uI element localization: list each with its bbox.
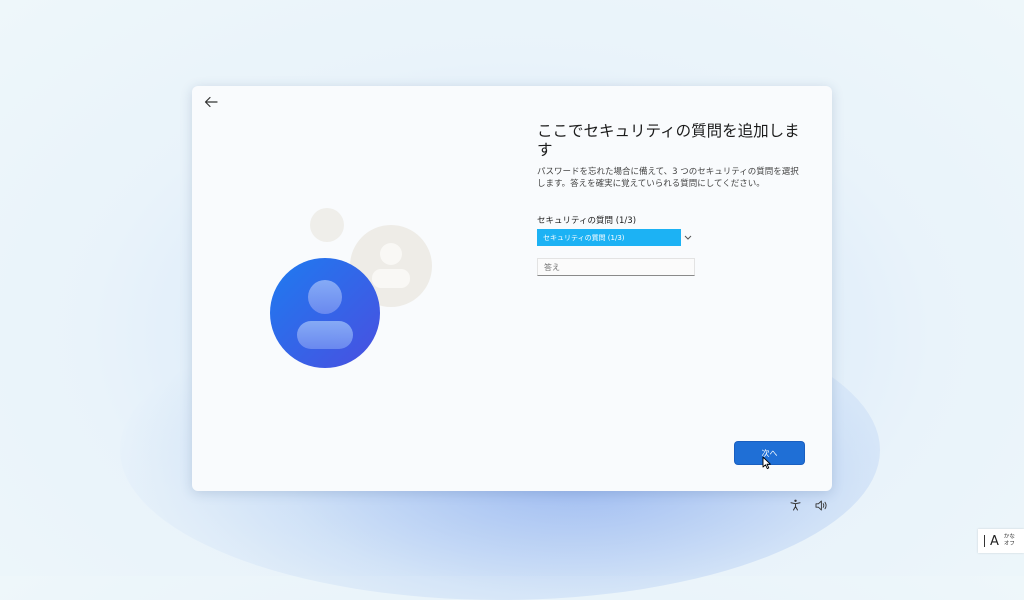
page-description: パスワードを忘れた場合に備えて、3 つのセキュリティの質問を選択します。答えを確…: [537, 167, 799, 189]
security-question-label: セキュリティの質問 (1/3): [537, 216, 637, 226]
small-avatar-circle: [310, 208, 344, 242]
setup-dialog: ここでセキュリティの質問を追加します パスワードを忘れた場合に備えて、3 つのセ…: [192, 86, 832, 491]
back-button[interactable]: [198, 91, 224, 113]
back-arrow-icon: [204, 96, 218, 108]
accessibility-button[interactable]: [788, 498, 802, 512]
ime-kana-status: かな オフ: [1004, 534, 1015, 548]
user-accounts-illustration: [270, 208, 432, 368]
page-title: ここでセキュリティの質問を追加します: [537, 122, 800, 159]
chevron-down-icon: [684, 235, 692, 240]
security-question-select-value: セキュリティの質問 (1/3): [543, 233, 625, 242]
dropdown-toggle[interactable]: [682, 232, 694, 242]
mouse-cursor-icon: [762, 456, 771, 470]
ime-separator: [984, 535, 985, 547]
ime-mode: A: [990, 533, 999, 549]
answer-input[interactable]: [537, 258, 695, 276]
ime-kana-line1: かな: [1003, 534, 1015, 540]
ime-mode-indicator[interactable]: A かな オフ: [978, 529, 1024, 553]
ime-kana-line2: オフ: [1003, 541, 1015, 547]
volume-icon: [815, 500, 827, 510]
volume-button[interactable]: [813, 498, 829, 512]
accessibility-icon: [790, 499, 800, 511]
security-question-select[interactable]: セキュリティの質問 (1/3): [537, 229, 681, 246]
primary-avatar: [270, 258, 380, 368]
